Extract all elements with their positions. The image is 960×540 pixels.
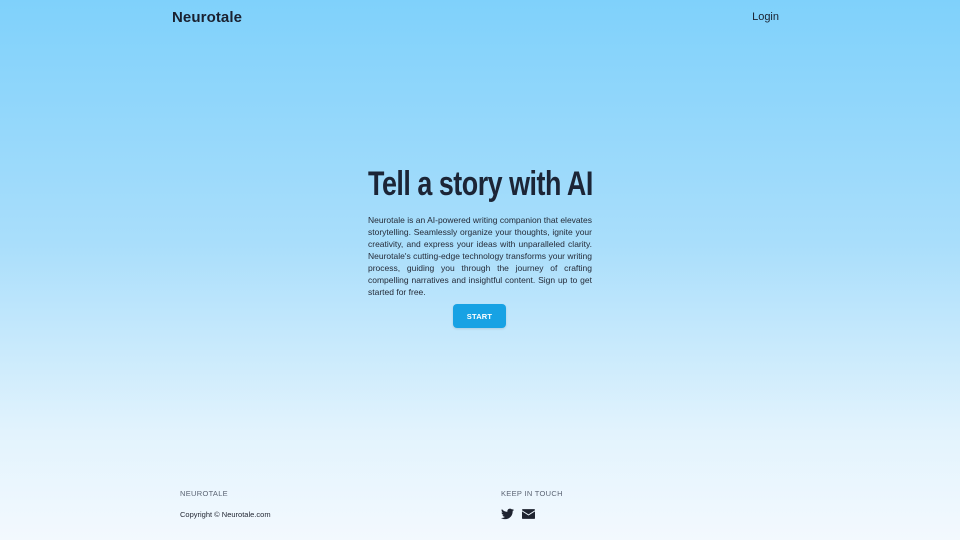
envelope-icon[interactable] — [522, 508, 535, 520]
twitter-icon[interactable] — [501, 508, 514, 520]
footer-contact-heading: KEEP IN TOUCH — [501, 489, 563, 498]
copyright-text: Copyright © Neurotale.com — [180, 510, 271, 519]
footer-contact-column: KEEP IN TOUCH — [501, 489, 563, 520]
start-button[interactable]: START — [453, 304, 506, 328]
hero-content: Tell a story with AI Neurotale is an AI-… — [368, 165, 593, 298]
footer-brand-heading: NEUROTALE — [180, 489, 228, 498]
social-links — [501, 508, 563, 520]
footer-brand-column: NEUROTALE Copyright © Neurotale.com — [180, 489, 271, 519]
hero-title: Tell a story with AI — [368, 165, 593, 203]
login-link[interactable]: Login — [752, 11, 779, 23]
top-nav: Neurotale Login — [0, 0, 960, 32]
brand-logo[interactable]: Neurotale — [172, 9, 242, 26]
hero-description: Neurotale is an AI-powered writing compa… — [368, 215, 592, 297]
